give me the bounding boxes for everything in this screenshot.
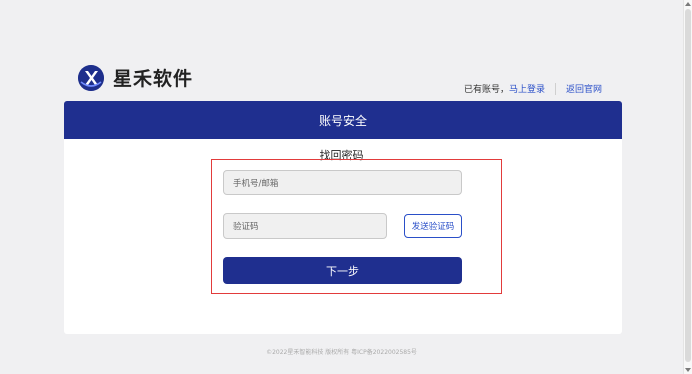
back-to-home-link[interactable]: 返回官网 <box>566 82 602 95</box>
card-header: 账号安全 <box>64 101 622 139</box>
send-code-button[interactable]: 发送验证码 <box>404 214 462 238</box>
form-title: 找回密码 <box>319 149 364 162</box>
link-divider <box>554 82 556 95</box>
scroll-down-icon[interactable] <box>685 368 691 372</box>
phone-email-input[interactable]: 手机号/邮箱 <box>223 170 462 195</box>
scroll-thumb[interactable] <box>685 9 691 362</box>
next-step-button[interactable]: 下一步 <box>223 257 462 284</box>
header-links: 已有账号， 马上登录 返回官网 <box>464 82 602 95</box>
vertical-scrollbar[interactable] <box>683 0 692 374</box>
have-account-text: 已有账号， <box>463 85 509 95</box>
phone-email-placeholder: 手机号/邮箱 <box>233 178 279 189</box>
card-title: 账号安全 <box>318 113 367 128</box>
brand-name: 星禾软件 <box>113 68 194 90</box>
page: 星禾软件 已有账号， 马上登录 返回官网 账号安全 找回密码 手机号/邮箱 验证… <box>0 0 683 374</box>
verification-code-placeholder: 验证码 <box>233 222 259 232</box>
footer-copyright: ©2022星禾智能科技 版权所有 粤ICP备2022002585号 <box>266 349 417 356</box>
login-link[interactable]: 马上登录 <box>509 82 545 95</box>
xinghe-logo-icon <box>78 64 104 91</box>
brand-logo[interactable]: 星禾软件 <box>78 64 193 91</box>
verification-code-input[interactable]: 验证码 <box>223 213 387 239</box>
send-code-label: 发送验证码 <box>411 222 455 232</box>
scroll-up-icon[interactable] <box>685 2 691 6</box>
next-step-label: 下一步 <box>326 264 359 278</box>
